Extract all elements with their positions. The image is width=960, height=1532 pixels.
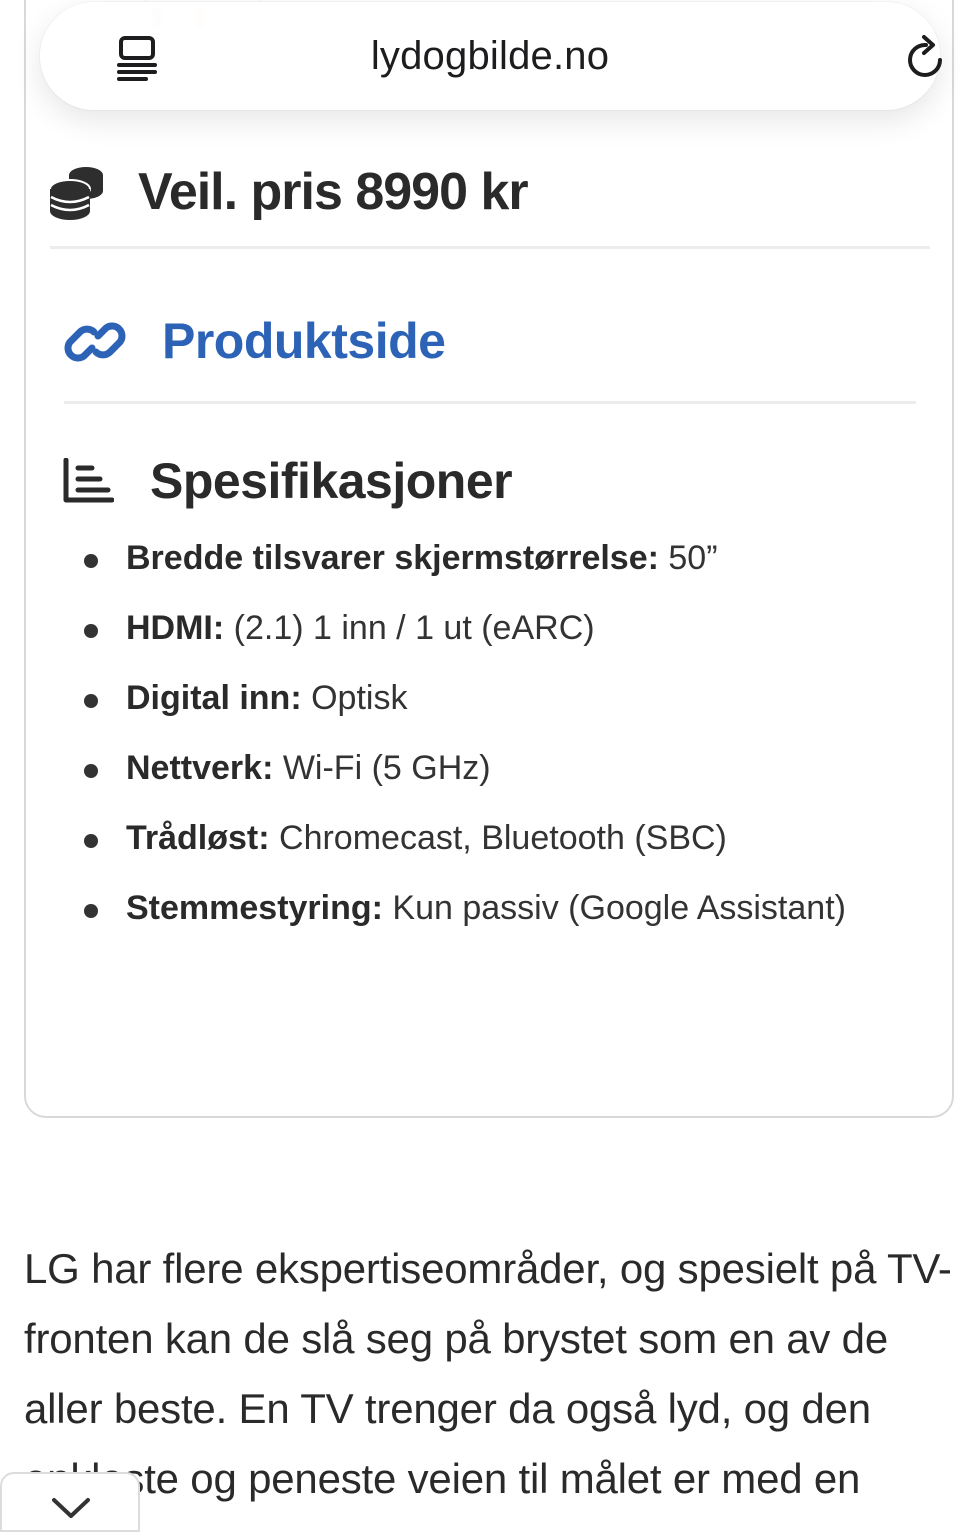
spec-value: (2.1) 1 inn / 1 ut (eARC): [224, 609, 595, 647]
bullet-icon: [84, 554, 98, 568]
bullet-icon: [84, 694, 98, 708]
url-text[interactable]: lydogbilde.no: [40, 34, 940, 79]
spec-value: Wi-Fi (5 GHz): [273, 749, 491, 787]
spec-key: Nettverk:: [126, 749, 274, 787]
divider: [50, 246, 930, 249]
chevron-down-icon[interactable]: [50, 1496, 92, 1520]
spec-key: Digital inn:: [126, 679, 302, 717]
spec-value: 50”: [658, 539, 718, 577]
price-text: Veil. pris 8990 kr: [138, 163, 529, 221]
spec-key: HDMI:: [126, 609, 225, 647]
spec-value: Kun passiv (Google Assistant): [382, 889, 846, 927]
product-page-link[interactable]: Produktside: [162, 312, 446, 370]
spec-key: Bredde tilsvarer skjermstørrelse:: [126, 539, 659, 577]
bullet-icon: [84, 834, 98, 848]
bullet-icon: [84, 764, 98, 778]
bullet-icon: [84, 904, 98, 918]
reload-icon[interactable]: [904, 34, 948, 82]
spec-value: Optisk: [301, 679, 408, 717]
spec-key: Trådløst:: [126, 819, 270, 857]
spec-key: Stemmestyring:: [126, 889, 383, 927]
coins-icon: [49, 167, 103, 220]
link-icon[interactable]: [62, 314, 128, 370]
specs-heading: Spesifikasjoner: [150, 453, 513, 509]
bottom-toolbar-tab[interactable]: [0, 1472, 140, 1532]
spec-value: Chromecast, Bluetooth (SBC): [269, 819, 727, 857]
bullet-icon: [84, 624, 98, 638]
divider: [64, 401, 916, 404]
browser-address-bar[interactable]: lydogbilde.no: [40, 2, 942, 110]
article-paragraph: LG har flere ekspertiseområder, og spesi…: [24, 1245, 952, 1502]
list-icon: [63, 458, 114, 503]
